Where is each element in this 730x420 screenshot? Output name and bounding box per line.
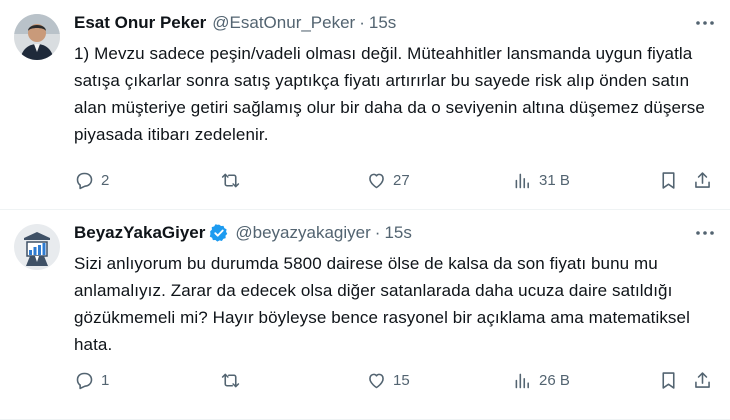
bookmark-button[interactable] bbox=[658, 170, 679, 191]
tweet-2[interactable]: BeyazYakaGiyer @beyazyakagiyer · 15s Siz… bbox=[0, 210, 730, 420]
share-button[interactable] bbox=[692, 370, 713, 391]
timestamp[interactable]: 15s bbox=[384, 223, 411, 243]
separator: · bbox=[374, 223, 381, 242]
avatar-logo bbox=[14, 224, 60, 270]
author-name[interactable]: Esat Onur Peker bbox=[74, 13, 206, 33]
author-name[interactable]: BeyazYakaGiyer bbox=[74, 223, 205, 243]
author-handle[interactable]: @EsatOnur_Peker bbox=[212, 13, 355, 33]
like-button[interactable]: 15 bbox=[366, 370, 410, 391]
views-icon bbox=[515, 373, 529, 388]
reply-button[interactable]: 2 bbox=[74, 170, 109, 191]
avatar[interactable] bbox=[14, 224, 60, 270]
avatar-photo bbox=[14, 14, 60, 60]
views-button[interactable]: 26 B bbox=[512, 370, 570, 391]
author-handle[interactable]: @beyazyakagiyer bbox=[235, 223, 370, 243]
view-count: 31 B bbox=[539, 171, 570, 189]
like-count: 27 bbox=[393, 171, 410, 189]
tweet-text: 1) Mevzu sadece peşin/vadeli olması deği… bbox=[74, 44, 705, 144]
reply-count: 1 bbox=[101, 371, 110, 389]
view-count: 26 B bbox=[539, 371, 570, 389]
tweet-1[interactable]: Esat Onur Peker @EsatOnur_Peker · 15s 1)… bbox=[0, 0, 730, 210]
share-icon bbox=[695, 371, 710, 388]
like-icon bbox=[369, 373, 384, 388]
like-button[interactable]: 27 bbox=[366, 170, 410, 191]
views-icon bbox=[515, 173, 529, 188]
reply-count: 2 bbox=[101, 171, 110, 189]
reply-button[interactable]: 1 bbox=[74, 370, 109, 391]
tweet-text: Sizi anlıyorum bu durumda 5800 dairese ö… bbox=[74, 254, 690, 354]
more-icon[interactable] bbox=[694, 12, 716, 34]
retweet-icon bbox=[221, 373, 240, 387]
retweet-icon bbox=[221, 173, 240, 187]
bookmark-icon bbox=[662, 371, 675, 389]
avatar[interactable] bbox=[14, 14, 60, 60]
separator: · bbox=[359, 13, 365, 32]
like-icon bbox=[369, 173, 384, 188]
bookmark-icon bbox=[662, 171, 675, 189]
reply-icon bbox=[76, 172, 93, 189]
retweet-button[interactable] bbox=[220, 170, 247, 191]
reply-icon bbox=[76, 372, 93, 389]
timestamp[interactable]: 15s bbox=[369, 13, 396, 33]
views-button[interactable]: 31 B bbox=[512, 170, 570, 191]
bookmark-button[interactable] bbox=[658, 370, 679, 391]
like-count: 15 bbox=[393, 371, 410, 389]
verified-icon bbox=[210, 224, 228, 242]
more-icon[interactable] bbox=[694, 222, 716, 244]
share-button[interactable] bbox=[692, 170, 713, 191]
share-icon bbox=[695, 171, 710, 188]
retweet-button[interactable] bbox=[220, 370, 247, 391]
